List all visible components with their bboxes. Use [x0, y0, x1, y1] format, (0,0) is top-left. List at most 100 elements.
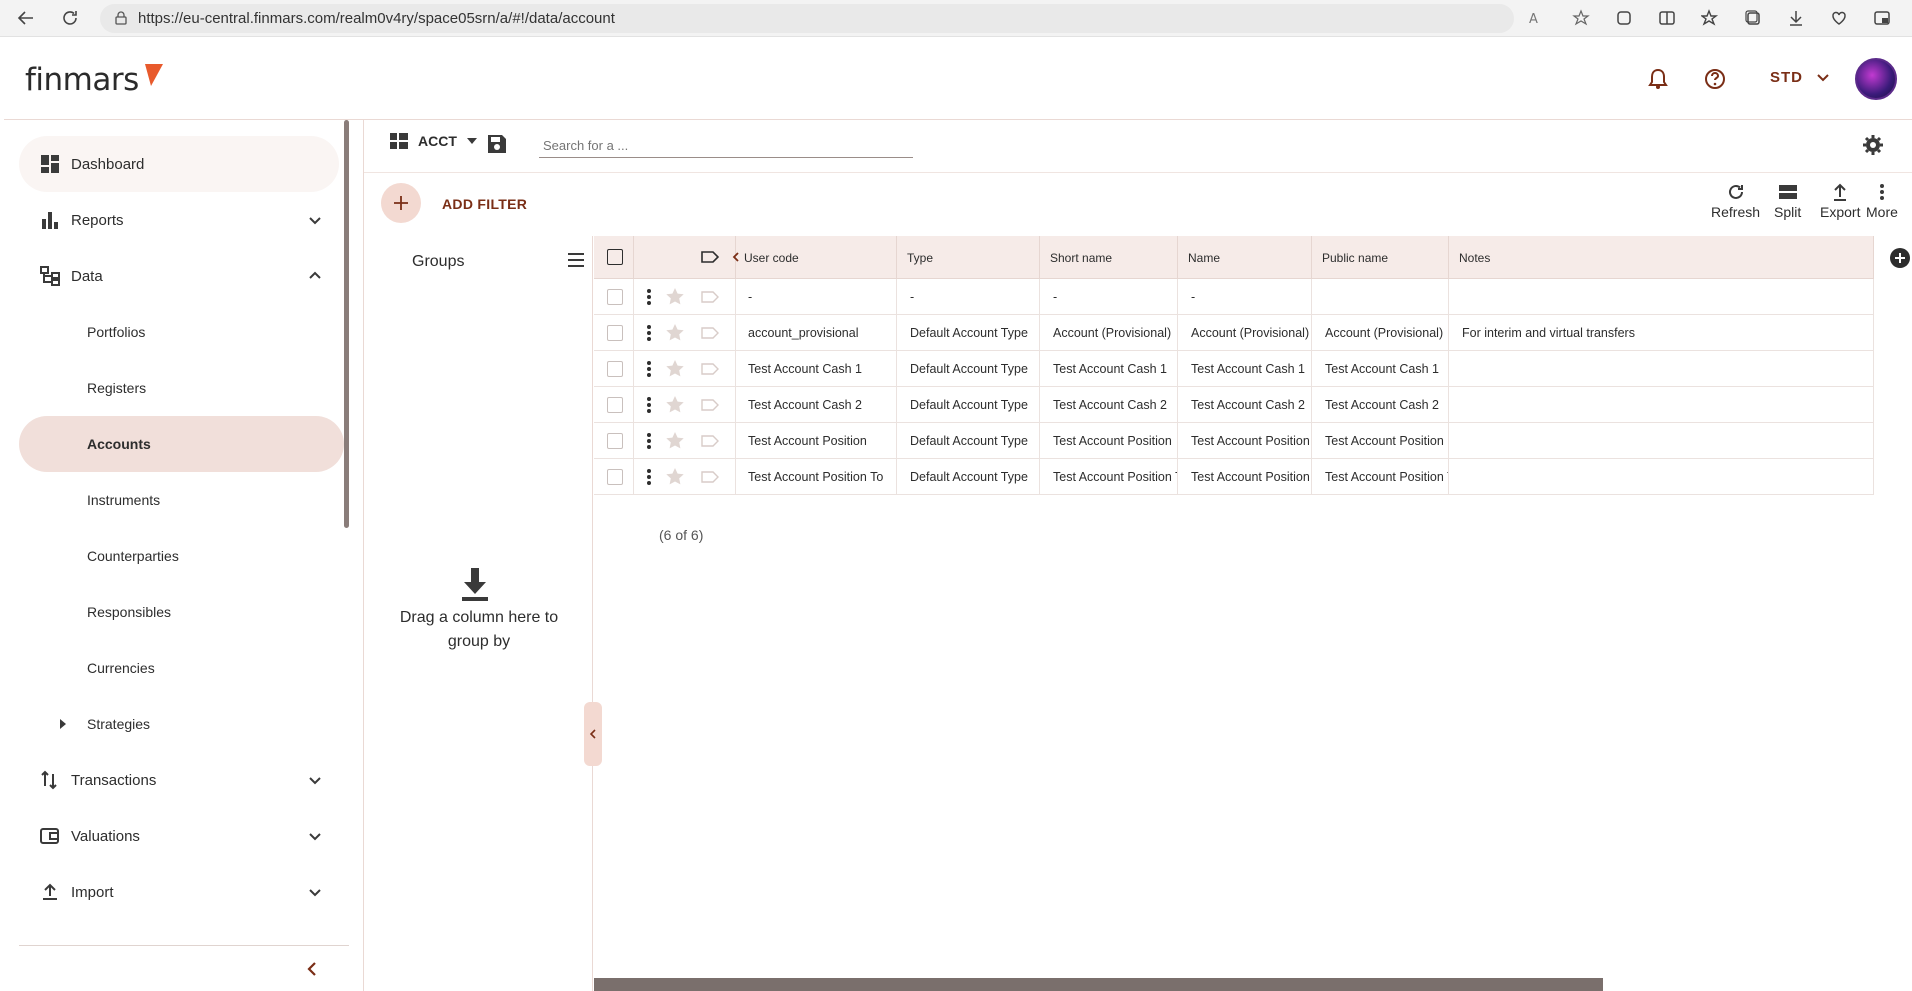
refresh-button[interactable]: Refresh	[1711, 183, 1760, 220]
cell-public-name[interactable]: Account (Provisional)	[1312, 315, 1449, 351]
label-tag-icon[interactable]	[701, 291, 719, 303]
cell-type[interactable]: Default Account Type	[897, 387, 1040, 423]
row-checkbox[interactable]	[607, 433, 623, 449]
label-tag-icon[interactable]	[701, 327, 719, 339]
row-checkbox[interactable]	[607, 289, 623, 305]
cell-notes[interactable]: For interim and virtual transfers	[1449, 315, 1874, 351]
favorite-icon[interactable]	[1568, 6, 1594, 30]
column-header-notes[interactable]: Notes	[1449, 236, 1874, 279]
star-icon[interactable]	[665, 395, 685, 414]
cell-name[interactable]: -	[1178, 279, 1312, 315]
cell-user-code[interactable]: Test Account Cash 1	[736, 351, 897, 387]
sidebar-item-valuations[interactable]: Valuations	[19, 808, 339, 864]
star-icon[interactable]	[665, 467, 685, 486]
downloads-icon[interactable]	[1783, 6, 1809, 30]
collections-icon[interactable]	[1740, 6, 1766, 30]
table-row[interactable]: Test Account Cash 2 Default Account Type T…	[594, 387, 1874, 423]
star-icon[interactable]	[665, 431, 685, 450]
cell-short-name[interactable]: Test Account Cash 2	[1040, 387, 1178, 423]
caret-right-icon[interactable]	[59, 719, 67, 729]
back-icon[interactable]	[14, 6, 38, 30]
search-input[interactable]	[539, 128, 913, 158]
add-filter-label[interactable]: ADD FILTER	[442, 196, 527, 212]
sidebar-item-reports[interactable]: Reports	[19, 192, 339, 248]
browser-essentials-icon[interactable]	[1869, 6, 1895, 30]
menu-icon[interactable]	[566, 250, 586, 270]
cell-type[interactable]: Default Account Type	[897, 459, 1040, 495]
sidebar-item-counterparties[interactable]: Counterparties	[19, 528, 344, 584]
add-filter-button[interactable]	[381, 183, 421, 223]
cell-name[interactable]: Test Account Cash 2	[1178, 387, 1312, 423]
sidebar-item-import[interactable]: Import	[19, 864, 339, 920]
cell-user-code[interactable]: Test Account Position To	[736, 459, 897, 495]
row-checkbox[interactable]	[607, 397, 623, 413]
help-icon[interactable]	[1701, 65, 1729, 93]
column-header-user-code[interactable]: User code	[736, 236, 897, 279]
cell-public-name[interactable]: Test Account Position Tc	[1312, 459, 1449, 495]
sidebar-item-responsibles[interactable]: Responsibles	[19, 584, 344, 640]
cell-notes[interactable]	[1449, 351, 1874, 387]
cell-public-name[interactable]	[1312, 279, 1449, 315]
table-row[interactable]: Test Account Position To Default Account …	[594, 459, 1874, 495]
column-header-name[interactable]: Name	[1178, 236, 1312, 279]
group-drop-hint[interactable]: Drag a column here to group by	[384, 606, 574, 654]
label-tag-icon[interactable]	[701, 399, 719, 411]
more-vertical-icon[interactable]	[646, 432, 652, 450]
workspace-selector[interactable]: STD	[1770, 69, 1829, 86]
add-column-button[interactable]	[1890, 248, 1910, 268]
save-icon[interactable]	[486, 133, 508, 155]
more-vertical-icon[interactable]	[646, 360, 652, 378]
sidebar-collapse-icon[interactable]	[306, 960, 318, 981]
cell-short-name[interactable]: Test Account Position Tc	[1040, 459, 1178, 495]
star-icon[interactable]	[665, 323, 685, 342]
sidebar-item-strategies[interactable]: Strategies	[19, 696, 344, 752]
cell-short-name[interactable]: -	[1040, 279, 1178, 315]
row-checkbox[interactable]	[607, 325, 623, 341]
cell-type[interactable]: Default Account Type	[897, 351, 1040, 387]
column-header-short-name[interactable]: Short name	[1040, 236, 1178, 279]
avatar[interactable]	[1855, 58, 1897, 100]
sidebar-item-currencies[interactable]: Currencies	[19, 640, 344, 696]
cell-notes[interactable]	[1449, 423, 1874, 459]
cell-name[interactable]: Test Account Cash 1	[1178, 351, 1312, 387]
performance-icon[interactable]	[1826, 6, 1852, 30]
more-vertical-icon[interactable]	[646, 396, 652, 414]
horizontal-scrollbar[interactable]	[594, 978, 1603, 991]
table-row[interactable]: Test Account Cash 1 Default Account Type T…	[594, 351, 1874, 387]
cell-notes[interactable]	[1449, 459, 1874, 495]
cell-notes[interactable]	[1449, 279, 1874, 315]
cell-short-name[interactable]: Test Account Cash 1	[1040, 351, 1178, 387]
notifications-bell-icon[interactable]	[1644, 65, 1672, 93]
column-header-public-name[interactable]: Public name	[1312, 236, 1449, 279]
label-tag-icon[interactable]	[701, 435, 719, 447]
row-checkbox[interactable]	[607, 361, 623, 377]
cell-notes[interactable]	[1449, 387, 1874, 423]
cell-name[interactable]: Test Account Position T	[1178, 459, 1312, 495]
cell-type[interactable]: -	[897, 279, 1040, 315]
more-button[interactable]: More	[1866, 183, 1898, 220]
row-checkbox[interactable]	[607, 469, 623, 485]
reload-icon[interactable]	[58, 6, 82, 30]
read-aloud-icon[interactable]: A	[1525, 6, 1551, 30]
cell-user-code[interactable]: Test Account Cash 2	[736, 387, 897, 423]
layout-selector[interactable]: ACCT	[390, 133, 477, 149]
cell-name[interactable]: Account (Provisional)	[1178, 315, 1312, 351]
sidebar-item-accounts[interactable]: Accounts	[19, 416, 344, 472]
star-icon[interactable]	[665, 287, 685, 306]
cell-public-name[interactable]: Test Account Position	[1312, 423, 1449, 459]
label-tag-icon[interactable]	[701, 363, 719, 375]
table-row[interactable]: account_provisional Default Account Type A…	[594, 315, 1874, 351]
cell-short-name[interactable]: Account (Provisional)	[1040, 315, 1178, 351]
cell-public-name[interactable]: Test Account Cash 2	[1312, 387, 1449, 423]
sidebar-item-dashboard[interactable]: Dashboard	[19, 136, 339, 192]
address-bar[interactable]: https://eu-central.finmars.com/realm0v4r…	[100, 4, 1514, 33]
site-info-icon[interactable]	[114, 11, 128, 25]
more-vertical-icon[interactable]	[646, 288, 652, 306]
table-row[interactable]: Test Account Position Default Account Typ…	[594, 423, 1874, 459]
favorites-icon[interactable]	[1697, 6, 1723, 30]
export-button[interactable]: Export	[1820, 183, 1860, 220]
cell-short-name[interactable]: Test Account Position	[1040, 423, 1178, 459]
more-vertical-icon[interactable]	[646, 468, 652, 486]
cell-type[interactable]: Default Account Type	[897, 423, 1040, 459]
sidebar-item-transactions[interactable]: Transactions	[19, 752, 339, 808]
